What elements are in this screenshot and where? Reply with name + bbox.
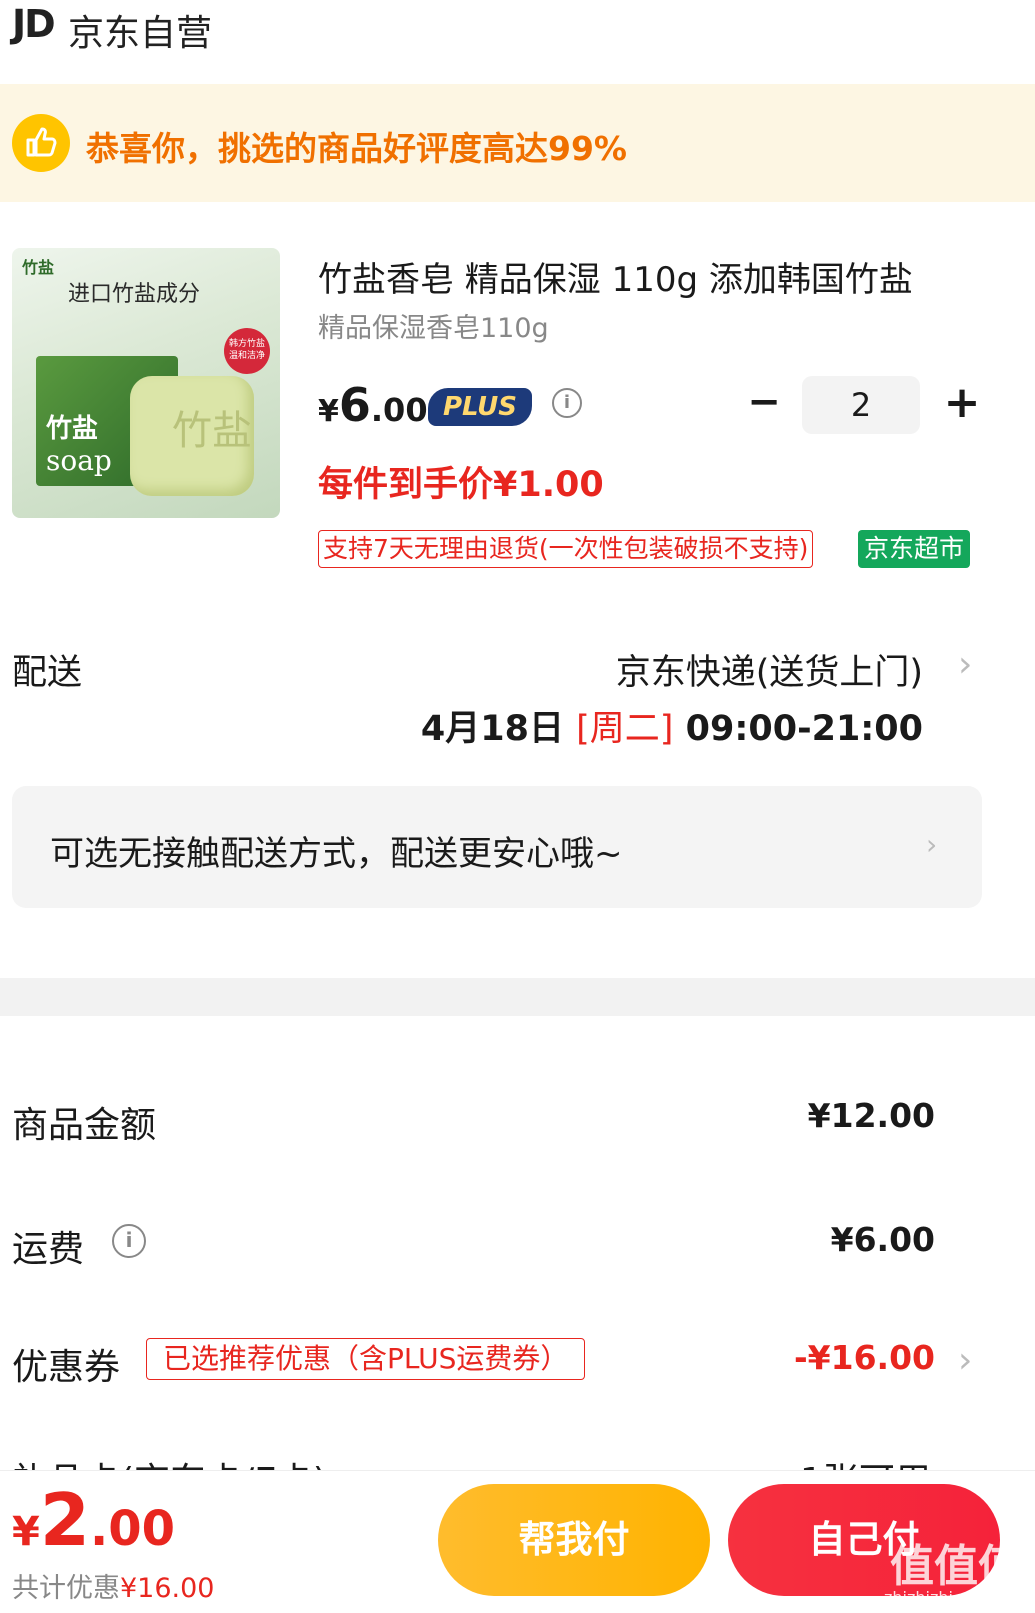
coupon-value[interactable]: -¥16.00 xyxy=(794,1338,935,1377)
chevron-right-icon[interactable]: › xyxy=(958,1340,972,1381)
total-decimal: .00 xyxy=(89,1501,175,1557)
praise-text: 恭喜你，挑选的商品好评度高达99% xyxy=(86,129,627,168)
image-brand-text: 竹盐 xyxy=(22,258,55,277)
thumbs-up-icon xyxy=(12,114,70,172)
delivery-time[interactable]: 4月18日 [周二] 09:00-21:00 xyxy=(421,700,923,751)
watermark: 值值值 xyxy=(890,1541,1022,1592)
quantity-increase-button[interactable]: + xyxy=(940,381,984,426)
delivery-method[interactable]: 京东快递(送货上门) xyxy=(616,644,923,695)
total-currency: ¥ xyxy=(12,1509,40,1555)
jd-supermarket-tag: 京东超市 xyxy=(858,530,971,568)
total-savings: 共计优惠¥16.00 xyxy=(12,1566,214,1605)
info-icon[interactable]: i xyxy=(552,388,582,418)
delivery-date: 4月18日 xyxy=(420,709,577,749)
return-policy-tag: 支持7天无理由退货(一次性包装破损不支持) xyxy=(318,530,814,568)
total-price: ¥2.00 xyxy=(12,1478,175,1562)
shop-name[interactable]: 京东自营 xyxy=(68,4,212,56)
shipping-value: ¥6.00 xyxy=(830,1220,935,1259)
image-box-word: soap xyxy=(46,444,112,477)
savings-prefix: 共计优惠 xyxy=(12,1573,120,1604)
image-seal: 韩方竹盐 温和洁净 xyxy=(224,328,270,374)
plus-badge: PLUS xyxy=(428,388,532,426)
image-box-name: 竹盐 xyxy=(46,414,99,444)
total-integer: 2 xyxy=(39,1478,90,1562)
shipping-label: 运费 xyxy=(12,1229,85,1270)
product-title[interactable]: 竹盐香皂 精品保湿 110g 添加韩国竹盐 xyxy=(318,252,978,301)
price-currency: ¥ xyxy=(318,394,339,429)
savings-value: ¥16.00 xyxy=(120,1573,215,1604)
delivery-window: 09:00-21:00 xyxy=(673,709,923,749)
help-me-pay-button[interactable]: 帮我付 xyxy=(438,1484,710,1596)
product-image[interactable]: 竹盐 进口竹盐成分 韩方竹盐 温和洁净 竹盐 soap 竹盐 xyxy=(12,248,280,518)
per-item-price: 每件到手价¥1.00 xyxy=(318,465,604,505)
jd-logo: JD xyxy=(12,2,56,46)
chevron-right-icon[interactable]: › xyxy=(926,828,937,861)
quantity-input[interactable]: 2 xyxy=(802,376,920,434)
product-price: ¥6.00 xyxy=(318,378,428,432)
goods-amount-value: ¥12.00 xyxy=(807,1096,935,1135)
quantity-decrease-button[interactable]: − xyxy=(744,382,784,424)
coupon-selected-tag[interactable]: 已选推荐优惠（含PLUS运费券） xyxy=(146,1338,586,1380)
chevron-right-icon[interactable]: › xyxy=(958,644,972,685)
contactless-text: 可选无接触配送方式，配送更安心哦~ xyxy=(50,834,623,874)
price-decimal: .00 xyxy=(370,391,428,429)
coupon-label: 优惠券 xyxy=(12,1347,121,1388)
section-divider xyxy=(0,978,1035,1016)
delivery-label: 配送 xyxy=(12,653,83,693)
image-headline-text: 进口竹盐成分 xyxy=(68,282,201,307)
price-integer: 6 xyxy=(338,378,371,432)
goods-amount-label: 商品金额 xyxy=(12,1105,157,1146)
info-icon[interactable]: i xyxy=(112,1224,146,1258)
watermark-url: zhizhizhi.com xyxy=(884,1588,993,1607)
product-spec: 精品保湿香皂110g xyxy=(318,313,549,344)
delivery-weekday: [周二] xyxy=(576,709,674,749)
image-soap-mark: 竹盐 xyxy=(172,408,252,454)
